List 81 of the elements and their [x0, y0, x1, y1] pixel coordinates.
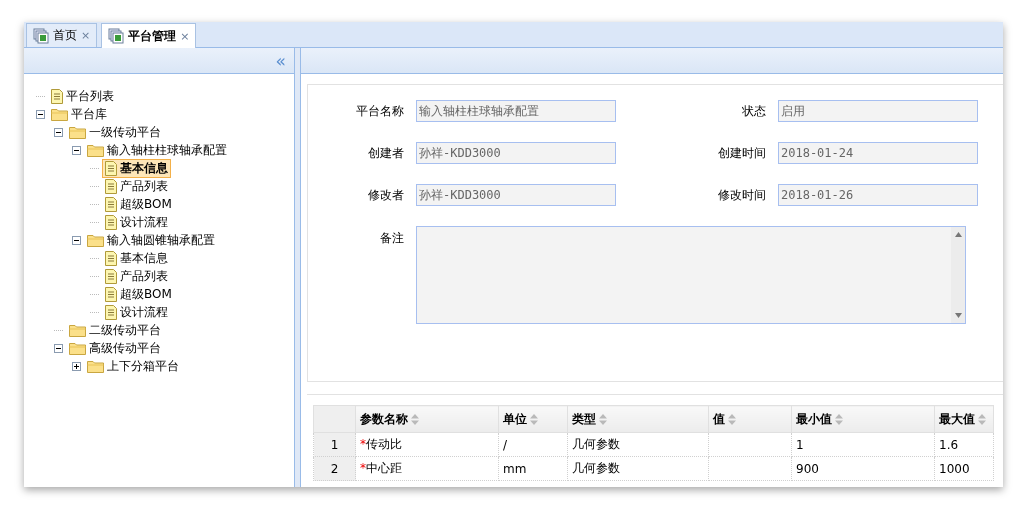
column-header[interactable]: 值	[708, 405, 792, 433]
field-label: 平台名称	[355, 102, 404, 120]
document-icon	[105, 286, 117, 302]
field-label: 状态	[741, 102, 766, 120]
required-mark: *	[360, 461, 366, 475]
table-cell: *传动比	[355, 432, 499, 457]
tree-item[interactable]: 输入轴柱柱球轴承配置	[84, 140, 230, 160]
collapse-icon[interactable]	[36, 109, 45, 119]
table-cell: *中心距	[355, 456, 499, 481]
field-label: 修改者	[367, 186, 404, 204]
window-icon	[108, 28, 125, 44]
column-header[interactable]: 最大值	[934, 405, 994, 433]
textarea-field[interactable]	[416, 226, 966, 324]
input-field[interactable]: 2018-01-26	[778, 184, 978, 206]
tree-item[interactable]: 基本信息	[102, 158, 171, 178]
column-header[interactable]: 类型	[567, 405, 709, 433]
input-field[interactable]: 孙祥-KDD3000	[416, 142, 616, 164]
tree-item[interactable]: 一级传动平台	[66, 122, 164, 142]
tree-item[interactable]: 超级BOM	[102, 284, 175, 304]
required-mark: *	[360, 437, 366, 451]
collapse-icon[interactable]	[72, 145, 81, 155]
field-label: 修改时间	[717, 186, 766, 204]
table-cell: 1.6	[934, 432, 994, 457]
column-header[interactable]: 最小值	[791, 405, 935, 433]
tree-item[interactable]: 产品列表	[102, 176, 171, 196]
document-icon	[105, 196, 117, 212]
tree-item[interactable]: 超级BOM	[102, 194, 175, 214]
tree-item[interactable]: 基本信息	[102, 248, 171, 268]
scroll-down-icon[interactable]	[954, 313, 962, 318]
close-icon[interactable]: ×	[81, 29, 91, 42]
document-icon	[51, 88, 63, 104]
tree-item[interactable]: 平台库	[48, 104, 110, 124]
folder-icon	[87, 359, 104, 373]
tab[interactable]: 首页 ×	[26, 23, 98, 47]
collapse-icon[interactable]	[54, 343, 63, 353]
table-cell: 900	[791, 456, 935, 481]
window-icon	[33, 27, 49, 44]
scroll-up-icon[interactable]	[954, 232, 962, 237]
table-cell: /	[498, 432, 568, 457]
folder-icon	[87, 143, 104, 157]
tree-item[interactable]: 产品列表	[102, 266, 171, 286]
document-icon	[105, 160, 117, 176]
input-field[interactable]: 孙祥-KDD3000	[416, 184, 616, 206]
row-number: 1	[313, 432, 356, 457]
table-cell: 1	[791, 432, 935, 457]
folder-icon	[69, 341, 86, 355]
document-icon	[105, 178, 117, 194]
collapse-icon[interactable]	[54, 127, 63, 137]
tree-item[interactable]: 二级传动平台	[66, 320, 164, 340]
tree-item[interactable]: 输入轴圆锥轴承配置	[84, 230, 218, 250]
collapse-icon[interactable]	[72, 235, 81, 245]
document-icon	[105, 304, 117, 320]
document-icon	[105, 268, 117, 284]
field-label: 备注	[379, 230, 404, 247]
scrollbar[interactable]	[951, 227, 965, 323]
field-label: 创建者	[367, 144, 404, 162]
expand-icon[interactable]	[72, 361, 81, 371]
tree-item[interactable]: 设计流程	[102, 302, 171, 322]
document-icon	[105, 250, 117, 266]
row-number: 2	[313, 456, 356, 481]
input-field[interactable]: 启用	[778, 100, 978, 122]
input-field[interactable]: 2018-01-24	[778, 142, 978, 164]
folder-icon	[51, 107, 68, 121]
tree-item[interactable]: 设计流程	[102, 212, 171, 232]
folder-icon	[87, 233, 104, 247]
close-icon[interactable]: ×	[180, 29, 190, 43]
field-label: 创建时间	[717, 144, 766, 162]
table-cell: 几何参数	[567, 432, 709, 457]
document-icon	[105, 214, 117, 230]
column-header[interactable]: 参数名称	[355, 405, 499, 433]
table-cell: mm	[498, 456, 568, 481]
tree-item[interactable]: 平台列表	[48, 86, 117, 106]
table-cell: 1000	[934, 456, 994, 481]
input-field[interactable]: 输入轴柱柱球轴承配置	[416, 100, 616, 122]
tree-item[interactable]: 上下分箱平台	[84, 356, 182, 376]
tab[interactable]: 平台管理 ×	[101, 23, 197, 48]
column-header[interactable]: 单位	[498, 405, 568, 433]
tree-item[interactable]: 高级传动平台	[66, 338, 164, 358]
table-cell: 几何参数	[567, 456, 709, 481]
folder-icon	[69, 323, 86, 337]
folder-icon	[69, 125, 86, 139]
